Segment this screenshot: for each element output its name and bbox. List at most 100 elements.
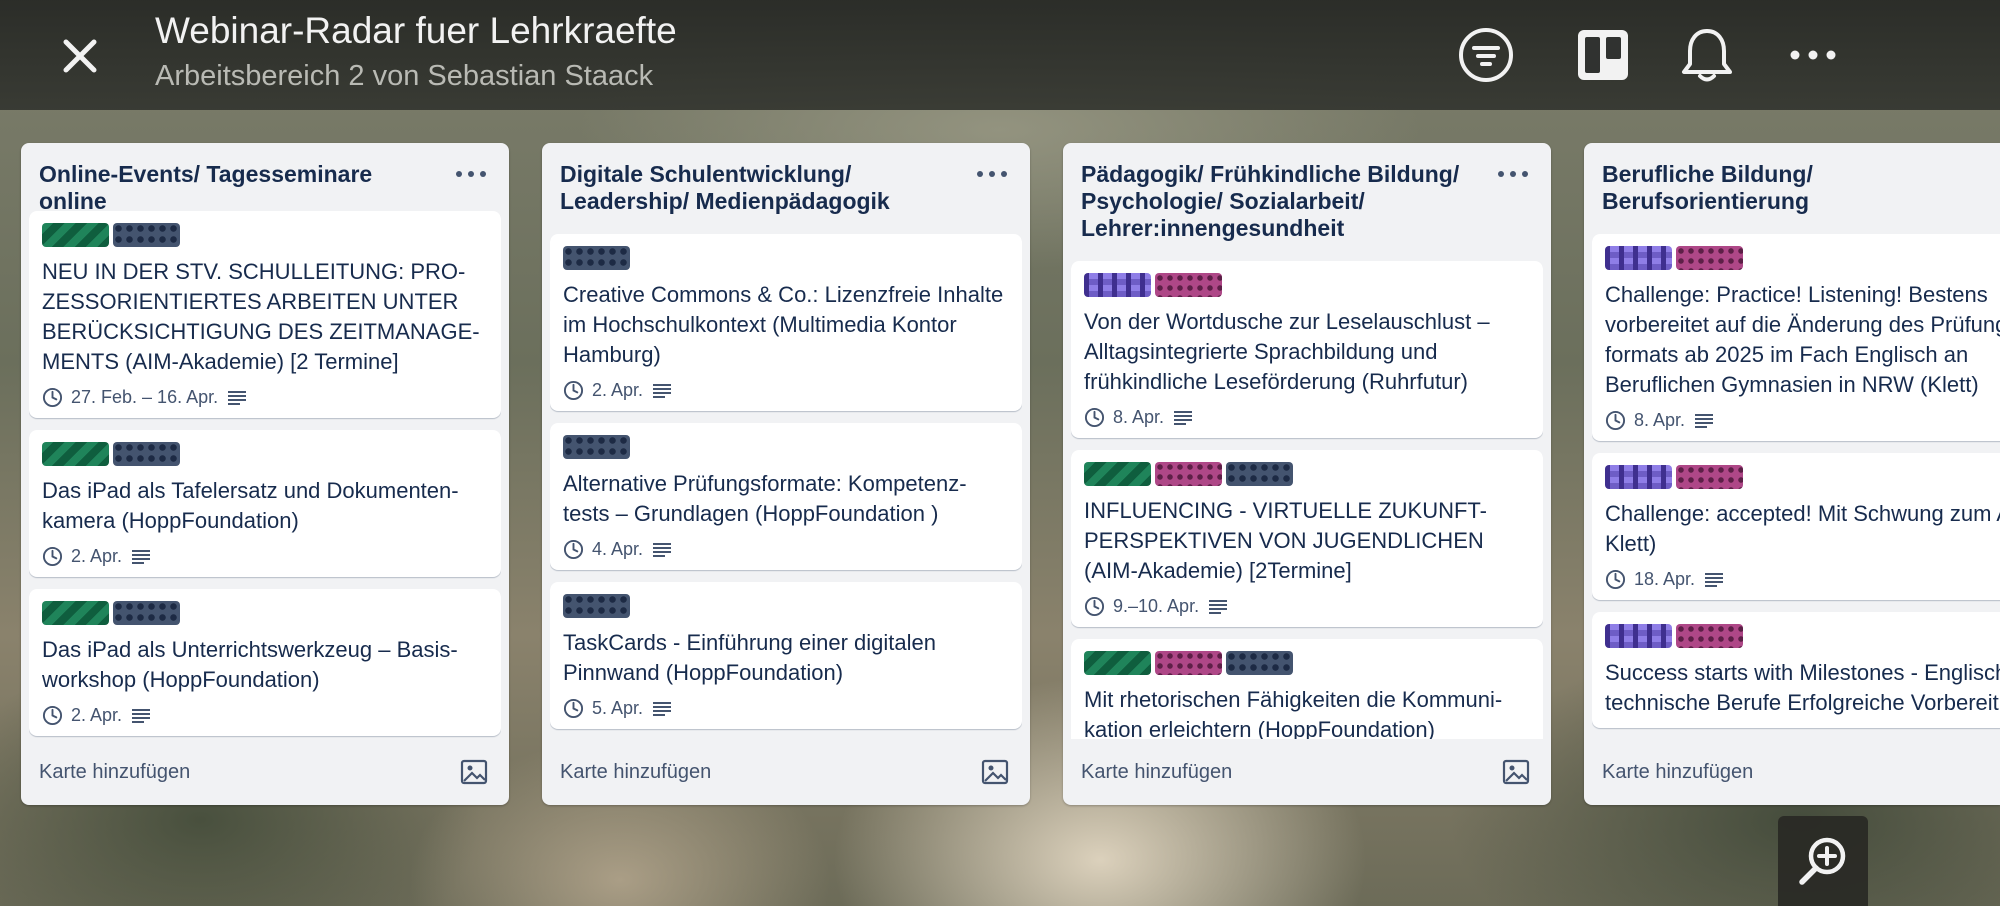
description-icon: [651, 382, 673, 400]
card[interactable]: Von der Wortdusche zur Leselauschlust – …: [1071, 261, 1543, 438]
filter-icon: [1459, 28, 1513, 82]
card-title: INFLUENCING - VIRTUELLE ZUKUNFT-PERSPEKT…: [1084, 498, 1487, 583]
card[interactable]: Success starts with Milestones - Englisc…: [1592, 612, 2000, 728]
add-card-button[interactable]: Karte hinzufügen: [560, 761, 711, 784]
label-green: [1084, 462, 1151, 486]
card-list: Creative Commons & Co.: Lizenzfreie Inha…: [550, 234, 1022, 739]
workspace-subtitle: Arbeitsbereich 2 von Sebastian Staack: [155, 60, 654, 92]
label-navy: [1226, 462, 1293, 486]
add-card-button[interactable]: Karte hinzufügen: [1602, 761, 1753, 784]
list-online-events: Online-Events/ Tagesseminare online NEU …: [21, 143, 509, 805]
clock-icon: [563, 380, 584, 401]
label-purple: [1605, 246, 1672, 270]
card[interactable]: NEU IN DER STV. SCHULLEITUNG: PRO-ZESSOR…: [29, 211, 501, 418]
card-meta: 9.–10. Apr.: [1084, 596, 1529, 617]
more-icon: [1790, 50, 1836, 60]
list-menu-button[interactable]: [1493, 159, 1533, 189]
due-date: 5. Apr.: [592, 698, 644, 718]
due-date: 9.–10. Apr.: [1113, 596, 1200, 616]
due-date: 27. Feb. – 16. Apr.: [71, 387, 219, 407]
due-date: 2. Apr.: [592, 380, 644, 400]
card-labels: [1084, 462, 1529, 486]
clock-icon: [563, 539, 584, 560]
label-purple: [1605, 624, 1672, 648]
ellipsis-icon: [456, 171, 486, 177]
description-icon: [651, 541, 673, 559]
clock-icon: [1605, 569, 1626, 590]
card-list: Von der Wortdusche zur Leselauschlust – …: [1071, 261, 1543, 739]
due-date: 8. Apr.: [1634, 410, 1686, 430]
list-digitale-schulentwicklung: Digitale Schulentwicklung/ Leadership/ M…: [542, 143, 1030, 805]
label-pink: [1155, 651, 1222, 675]
notifications-button[interactable]: [1674, 22, 1740, 88]
card[interactable]: Challenge: accepted! Mit Schwung zum Abi…: [1592, 453, 2000, 600]
card-title: Mit rhetorischen Fähigkeiten die Kommuni…: [1084, 687, 1503, 739]
board-icon: [1578, 30, 1628, 80]
list-menu-button[interactable]: [972, 159, 1012, 189]
list-title: Digitale Schulentwicklung/ Leadership/ M…: [560, 161, 890, 214]
image-icon[interactable]: [980, 757, 1010, 787]
card-title: NEU IN DER STV. SCHULLEITUNG: PRO-ZESSOR…: [42, 259, 480, 374]
description-icon: [226, 389, 248, 407]
card[interactable]: Alternative Prüfungsformate: Kompetenz-t…: [550, 423, 1022, 570]
label-navy: [1226, 651, 1293, 675]
card-title: Success starts with Milestones - Englisc…: [1605, 660, 2000, 715]
clock-icon: [1084, 407, 1105, 428]
label-green: [42, 442, 109, 466]
card-labels: [42, 601, 487, 625]
card-list: NEU IN DER STV. SCHULLEITUNG: PRO-ZESSOR…: [29, 211, 501, 739]
card-labels: [42, 223, 487, 247]
card[interactable]: Das iPad als Tafelersatz und Dokumenten-…: [29, 430, 501, 577]
add-card-button[interactable]: Karte hinzufügen: [39, 761, 190, 784]
card-title: TaskCards - Einführung einer digitalen P…: [563, 630, 936, 685]
card-labels: [1605, 465, 2000, 489]
label-navy: [113, 442, 180, 466]
image-icon[interactable]: [459, 757, 489, 787]
due-date: 18. Apr.: [1634, 569, 1696, 589]
label-green: [42, 223, 109, 247]
card-title: Creative Commons & Co.: Lizenzfreie Inha…: [563, 282, 1004, 367]
card-title: Von der Wortdusche zur Leselauschlust – …: [1084, 309, 1490, 394]
card-meta: 8. Apr.: [1605, 410, 2000, 431]
card[interactable]: Creative Commons & Co.: Lizenzfreie Inha…: [550, 234, 1022, 411]
card[interactable]: TaskCards - Einführung einer digitalen P…: [550, 582, 1022, 729]
card-title: Das iPad als Tafelersatz und Dokumenten-…: [42, 478, 459, 533]
card-labels: [563, 246, 1008, 270]
close-button[interactable]: [52, 28, 108, 84]
label-navy: [113, 601, 180, 625]
list-menu-button[interactable]: [451, 159, 491, 189]
card-meta: 5. Apr.: [563, 698, 1008, 719]
label-green: [1084, 651, 1151, 675]
card-meta: 27. Feb. – 16. Apr.: [42, 387, 487, 408]
card[interactable]: Mit rhetorischen Fähigkeiten die Kommuni…: [1071, 639, 1543, 739]
label-pink: [1676, 465, 1743, 489]
clock-icon: [42, 387, 63, 408]
card-labels: [1605, 246, 2000, 270]
list-header: Berufliche Bildung/ Berufsorientierung: [1584, 143, 2000, 215]
filter-button[interactable]: [1453, 22, 1519, 88]
add-card-row: Karte hinzufügen: [1584, 739, 2000, 805]
card-meta: 2. Apr.: [42, 546, 487, 567]
board-title: Webinar-Radar fuer Lehrkraefte: [155, 10, 677, 51]
card[interactable]: INFLUENCING - VIRTUELLE ZUKUNFT-PERSPEKT…: [1071, 450, 1543, 627]
card-list: Challenge: Practice! Listening! Bestens …: [1592, 234, 2000, 739]
board-view-button[interactable]: [1570, 22, 1636, 88]
card-labels: [563, 435, 1008, 459]
clock-icon: [42, 705, 63, 726]
description-icon: [1172, 409, 1194, 427]
card-title: Das iPad als Unterrichtswerkzeug – Basis…: [42, 637, 458, 692]
zoom-button[interactable]: [1778, 816, 1868, 906]
card[interactable]: Challenge: Practice! Listening! Bestens …: [1592, 234, 2000, 441]
more-options-button[interactable]: [1780, 22, 1846, 88]
clock-icon: [1084, 596, 1105, 617]
close-icon: [63, 39, 97, 73]
card[interactable]: Das iPad als Unterrichtswerkzeug – Basis…: [29, 589, 501, 736]
due-date: 8. Apr.: [1113, 407, 1165, 427]
add-card-row: Karte hinzufügen: [1063, 739, 1551, 805]
image-icon[interactable]: [1501, 757, 1531, 787]
card-labels: [42, 442, 487, 466]
add-card-row: Karte hinzufügen: [21, 739, 509, 805]
card-meta: 18. Apr.: [1605, 569, 2000, 590]
add-card-button[interactable]: Karte hinzufügen: [1081, 761, 1232, 784]
description-icon: [130, 707, 152, 725]
